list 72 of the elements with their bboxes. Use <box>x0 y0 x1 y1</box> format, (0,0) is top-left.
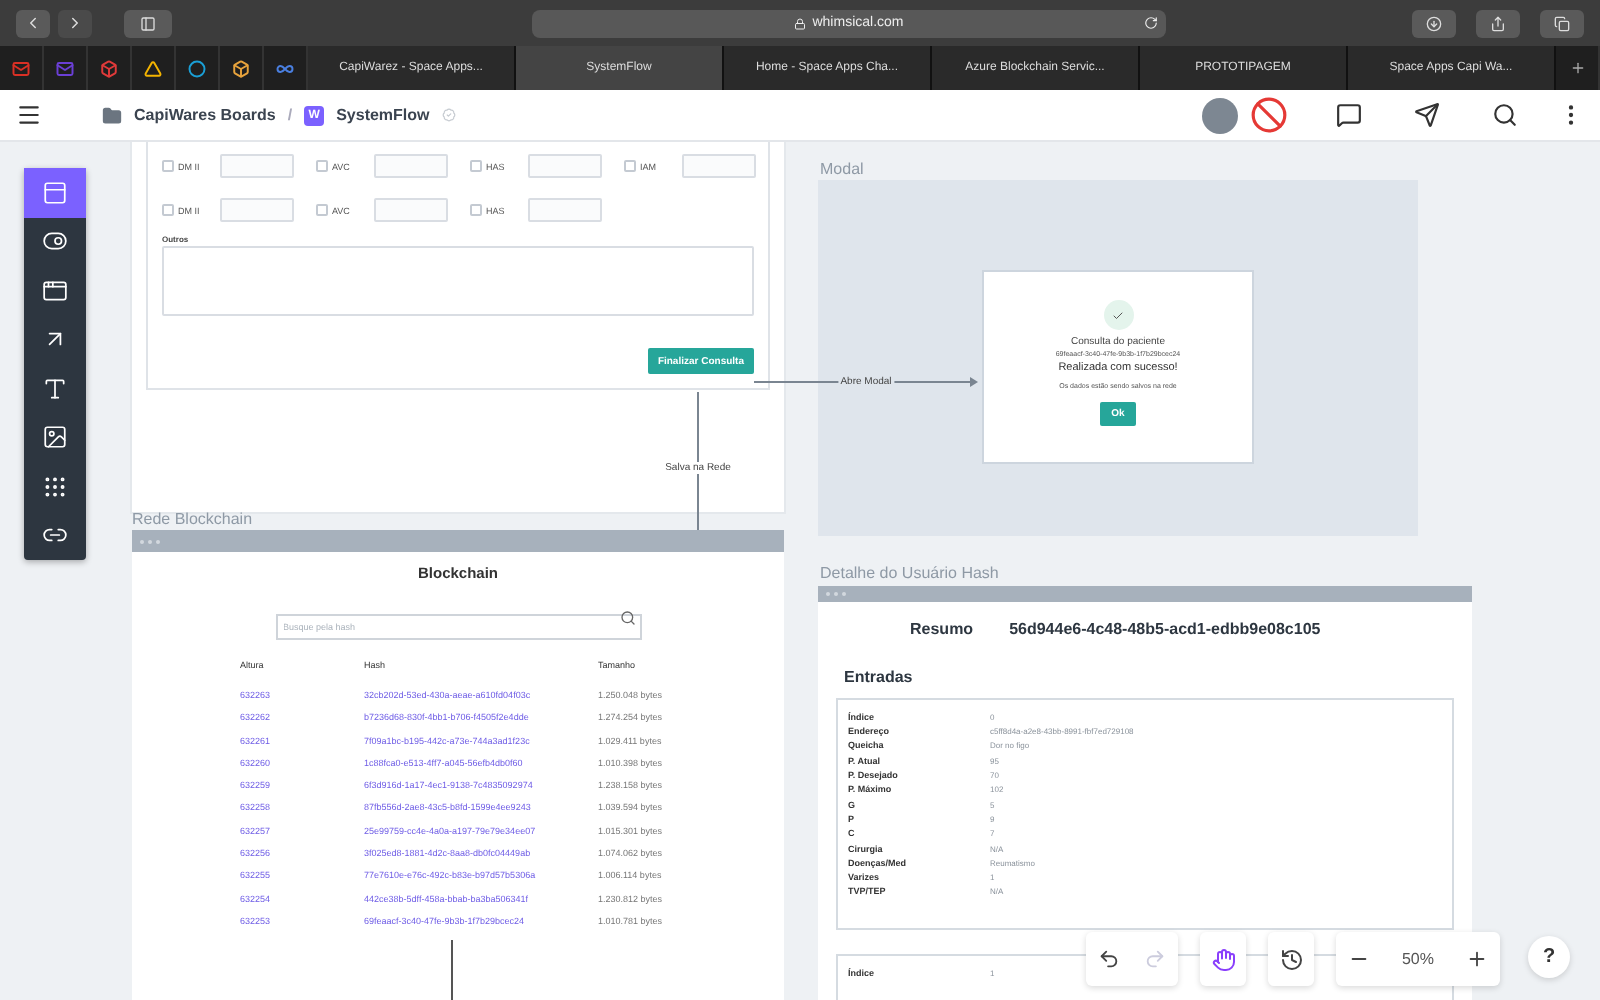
sidebar-button[interactable] <box>124 9 172 37</box>
text-icon <box>42 375 68 402</box>
summary-hash: 56d944e6-4c48-48b5-acd1-edbb9e08c105 <box>1009 619 1321 638</box>
zoom-level: 50% <box>1399 948 1436 972</box>
input-field[interactable] <box>528 198 602 222</box>
folder-icon <box>102 105 122 125</box>
download-icon <box>1426 15 1442 31</box>
search-icon[interactable] <box>1492 102 1518 128</box>
checkbox[interactable] <box>470 204 482 216</box>
download-button[interactable] <box>1412 9 1456 37</box>
search-icon[interactable] <box>619 609 635 625</box>
grid-icon <box>42 473 68 500</box>
frame-title: Modal <box>820 160 864 178</box>
mail-icon[interactable] <box>56 59 74 77</box>
sidebar-icon <box>140 15 156 31</box>
tabs-icon <box>1554 15 1570 31</box>
forward-button[interactable] <box>58 9 92 37</box>
mail-icon[interactable] <box>12 59 30 77</box>
frame-tool[interactable] <box>24 168 86 217</box>
input-field[interactable] <box>220 198 294 222</box>
checkbox[interactable] <box>624 160 636 172</box>
cube-icon[interactable] <box>100 59 118 77</box>
breadcrumb-separator: / <box>287 106 293 124</box>
frame-title: Rede Blockchain <box>132 510 253 528</box>
toggle-icon <box>42 228 68 255</box>
new-tab-icon[interactable] <box>1569 60 1585 76</box>
help-button[interactable]: ? <box>1528 936 1570 978</box>
input-field[interactable] <box>220 154 294 178</box>
triangle-icon[interactable] <box>144 59 162 77</box>
menu-icon[interactable] <box>16 102 42 128</box>
send-icon[interactable] <box>1414 102 1440 128</box>
image-icon <box>42 424 68 451</box>
user-avatar[interactable] <box>1202 97 1238 133</box>
blocked-avatar-icon[interactable] <box>1250 96 1288 134</box>
checkbox[interactable] <box>316 160 328 172</box>
circle-icon[interactable] <box>188 59 206 77</box>
history-icon <box>1279 947 1303 971</box>
share-icon <box>1490 15 1506 31</box>
chevron-left-icon <box>24 14 42 32</box>
checkbox[interactable] <box>162 204 174 216</box>
check-badge-icon <box>441 108 456 122</box>
connector-line <box>451 940 453 1000</box>
input-field[interactable] <box>528 154 602 178</box>
check-icon <box>1112 309 1124 321</box>
frame-icon <box>42 179 68 206</box>
back-button[interactable] <box>16 9 50 37</box>
redo-icon <box>1144 948 1166 970</box>
checkbox[interactable] <box>162 160 174 172</box>
lock-icon <box>794 17 807 29</box>
summary-label: Resumo <box>910 619 974 638</box>
input-field[interactable] <box>374 198 448 222</box>
share-button[interactable] <box>1476 9 1520 37</box>
box-icon[interactable] <box>232 59 250 77</box>
hand-button[interactable] <box>1200 932 1246 986</box>
window-icon <box>42 277 68 304</box>
history-button[interactable] <box>1268 932 1314 986</box>
section-title: Entradas <box>844 667 915 686</box>
reload-icon[interactable] <box>1144 16 1158 30</box>
frame-title: Detalhe do Usuário Hash <box>820 564 999 582</box>
chevron-right-icon <box>66 14 84 32</box>
input-field[interactable] <box>682 154 756 178</box>
checkbox[interactable] <box>470 160 482 172</box>
comment-icon[interactable] <box>1336 102 1362 128</box>
tabs-button[interactable] <box>1540 9 1584 37</box>
hand-icon <box>1211 947 1235 971</box>
input-field[interactable] <box>374 154 448 178</box>
infinity-icon[interactable] <box>276 59 294 77</box>
plus-icon <box>1466 948 1488 970</box>
undo-icon <box>1098 948 1120 970</box>
checkbox[interactable] <box>316 204 328 216</box>
board-link[interactable]: CapiWares Boards <box>134 106 276 124</box>
document-title: SystemFlow <box>336 106 430 124</box>
